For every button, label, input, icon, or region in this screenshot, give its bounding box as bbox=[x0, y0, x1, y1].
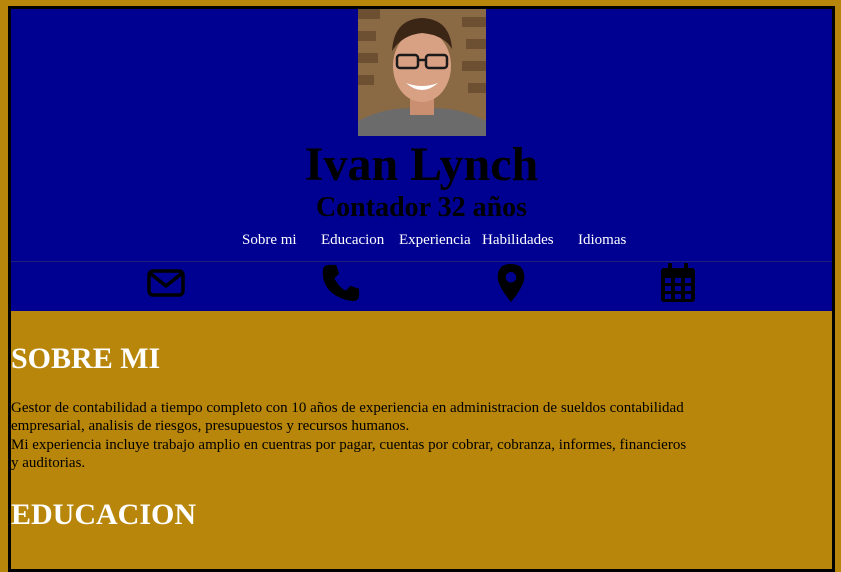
nav-link-idiomas[interactable]: Idiomas bbox=[578, 231, 626, 249]
resume-frame: Ivan Lynch Contador 32 años Sobre mi Edu… bbox=[8, 6, 835, 572]
profile-photo-image bbox=[358, 9, 486, 136]
about-line-1: Gestor de contabilidad a tiempo completo… bbox=[11, 400, 684, 435]
education-title: EDUCACION bbox=[11, 498, 197, 531]
nav-link-educacion[interactable]: Educacion bbox=[321, 231, 384, 249]
location-pin-icon[interactable] bbox=[495, 263, 527, 303]
nav-link-habilidades[interactable]: Habilidades bbox=[482, 231, 554, 249]
nav-link-experiencia[interactable]: Experiencia bbox=[399, 231, 471, 249]
profile-role: Contador 32 años bbox=[315, 192, 528, 223]
header-divider bbox=[11, 261, 832, 262]
nav-link-sobre-mi[interactable]: Sobre mi bbox=[242, 231, 297, 249]
phone-icon[interactable] bbox=[320, 263, 362, 303]
about-title: SOBRE MI bbox=[11, 342, 161, 375]
calendar-icon[interactable] bbox=[660, 263, 696, 303]
about-text: Gestor de contabilidad a tiempo completo… bbox=[11, 399, 691, 472]
about-line-2: Mi experiencia incluye trabajo amplio en… bbox=[11, 436, 687, 471]
envelope-icon[interactable] bbox=[146, 263, 186, 303]
profile-header: Ivan Lynch Contador 32 años Sobre mi Edu… bbox=[11, 9, 832, 311]
profile-name: Ivan Lynch bbox=[304, 138, 539, 191]
profile-photo bbox=[358, 9, 486, 136]
